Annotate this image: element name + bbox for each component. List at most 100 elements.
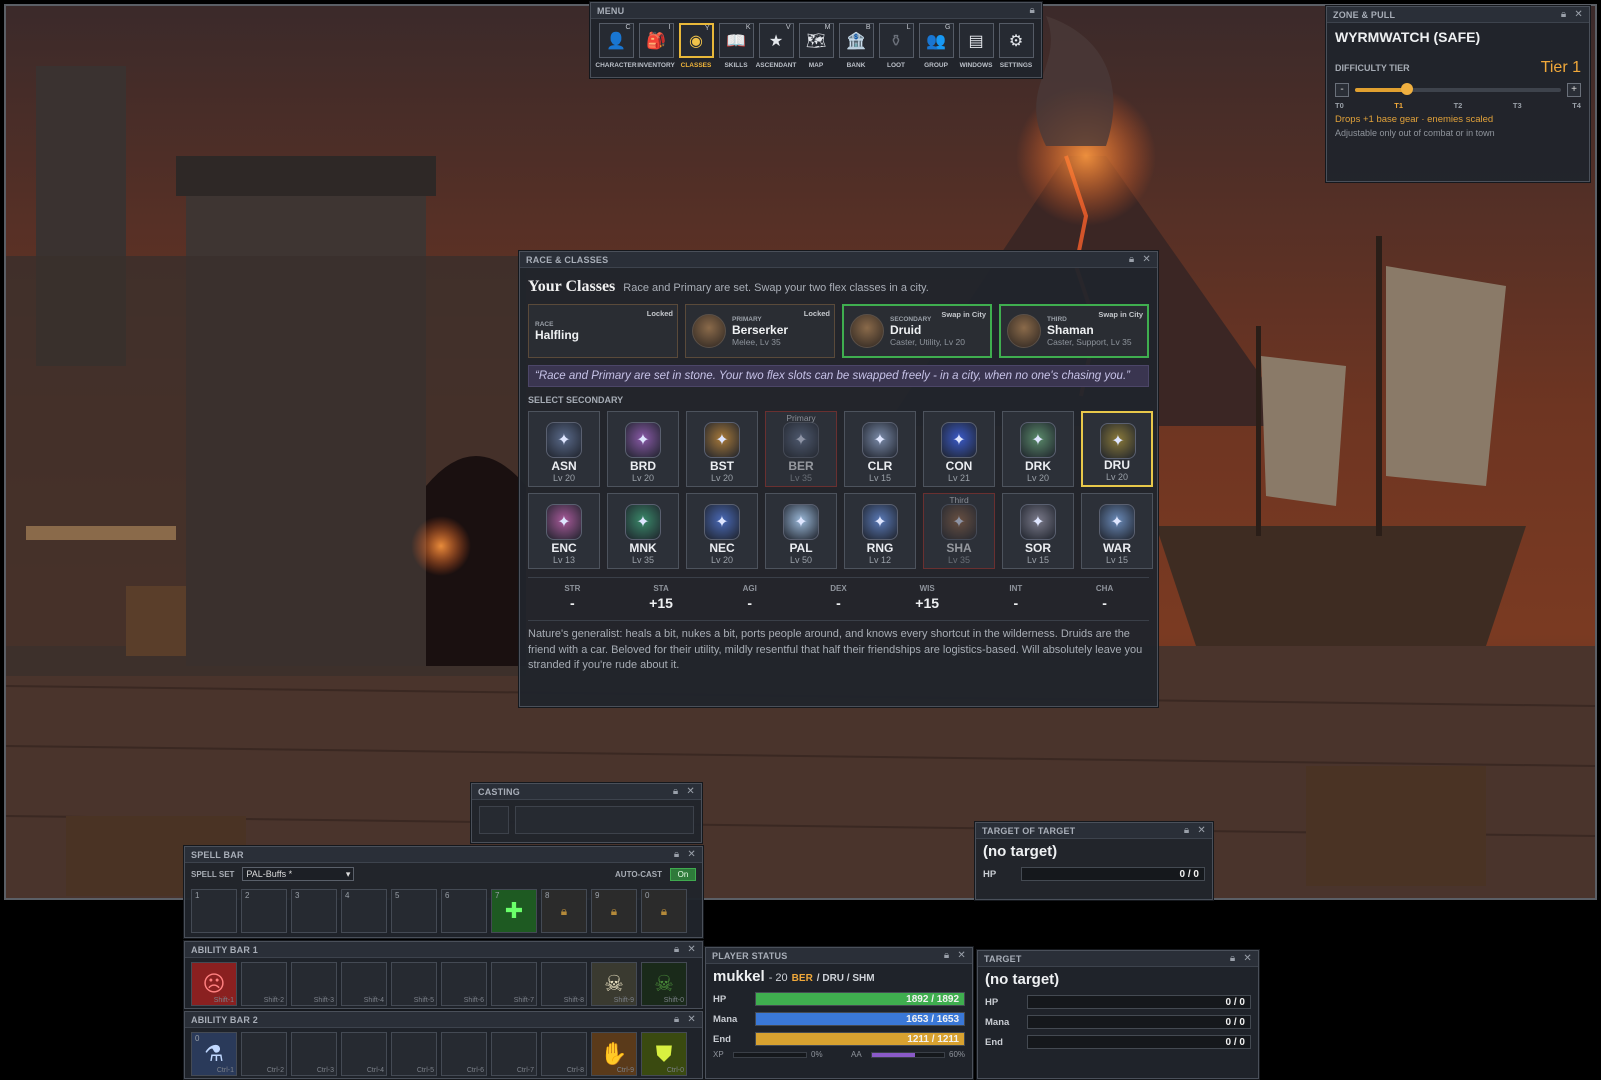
spell-slot-locked[interactable]: 8 🔒︎ — [541, 889, 587, 933]
ber-class-icon: ✦ — [783, 422, 819, 458]
class-option-con[interactable]: ✦ CON Lv 21 — [923, 411, 995, 487]
class-option-drk[interactable]: ✦ DRK Lv 20 — [1002, 411, 1074, 487]
lock-icon[interactable]: 🔒︎ — [674, 1014, 680, 1025]
ability-slot[interactable]: Ctrl-7 — [491, 1032, 537, 1076]
casting-header[interactable]: CASTING 🔒︎ ✕ — [472, 784, 701, 800]
spell-slot-locked[interactable]: 0 🔒︎ — [641, 889, 687, 933]
ability-slot[interactable]: Ctrl-6 — [441, 1032, 487, 1076]
lock-icon[interactable]: 🔒︎ — [1129, 254, 1135, 265]
menu-button-group[interactable]: 👥 G GROUP — [918, 23, 954, 69]
spell-bar-header[interactable]: SPELL BAR 🔒︎ ✕ — [185, 847, 702, 863]
tier-tick-t3[interactable]: T3 — [1513, 101, 1522, 110]
lock-icon[interactable]: 🔒︎ — [1029, 5, 1035, 16]
ability-slot-skull[interactable]: ☠ Shift-9 — [591, 962, 637, 1006]
tier-tick-t4[interactable]: T4 — [1572, 101, 1581, 110]
lock-icon[interactable]: 🔒︎ — [944, 950, 950, 961]
close-icon[interactable]: ✕ — [1243, 953, 1252, 964]
ability-slot[interactable]: Ctrl-2 — [241, 1032, 287, 1076]
spell-slot[interactable]: 6 — [441, 889, 487, 933]
ability-slot-shield[interactable]: ⛊ Ctrl-0 — [641, 1032, 687, 1076]
menu-button-classes[interactable]: ◉ Y CLASSES — [678, 23, 714, 69]
ability-bar-1-header[interactable]: ABILITY BAR 1 🔒︎ ✕ — [185, 942, 702, 958]
tier-track[interactable] — [1355, 83, 1561, 95]
tier-tick-t2[interactable]: T2 — [1454, 101, 1463, 110]
lock-icon[interactable]: 🔒︎ — [1230, 953, 1236, 964]
ability-slot-rage[interactable]: ☹ Shift-1 — [191, 962, 237, 1006]
target-header[interactable]: TARGET 🔒︎ ✕ — [978, 951, 1258, 967]
menu-button-ascendant[interactable]: ★ V ASCENDANT — [756, 23, 796, 69]
ability-slot[interactable]: Ctrl-4 — [341, 1032, 387, 1076]
tier-decrease-button[interactable]: - — [1335, 83, 1349, 97]
menu-button-windows[interactable]: ▤ WINDOWS — [958, 23, 994, 69]
menu-header[interactable]: MENU 🔒︎ — [591, 3, 1041, 19]
ability-slot[interactable]: Shift-5 — [391, 962, 437, 1006]
class-slot-secondary[interactable]: SECONDARY Druid Caster, Utility, Lv 20 Swap… — [842, 304, 992, 358]
class-option-mnk[interactable]: ✦ MNK Lv 35 — [607, 493, 679, 569]
class-option-sor[interactable]: ✦ SOR Lv 15 — [1002, 493, 1074, 569]
menu-button-map[interactable]: 🗺 M MAP — [798, 23, 834, 69]
close-icon[interactable]: ✕ — [1142, 254, 1151, 265]
class-option-enc[interactable]: ✦ ENC Lv 13 — [528, 493, 600, 569]
spell-slot[interactable]: 3 — [291, 889, 337, 933]
class-option-pal[interactable]: ✦ PAL Lv 50 — [765, 493, 837, 569]
ability-slot[interactable]: Shift-6 — [441, 962, 487, 1006]
tier-tick-t0[interactable]: T0 — [1335, 101, 1344, 110]
ability-slot-potion[interactable]: ⚗ 0 Ctrl-1 — [191, 1032, 237, 1076]
spell-slot[interactable]: 4 — [341, 889, 387, 933]
lock-icon[interactable]: 🔒︎ — [674, 944, 680, 955]
class-option-bst[interactable]: ✦ BST Lv 20 — [686, 411, 758, 487]
close-icon[interactable]: ✕ — [687, 849, 696, 860]
menu-button-inventory[interactable]: 🎒 I INVENTORY — [637, 23, 675, 69]
tier-knob[interactable] — [1400, 83, 1413, 95]
spell-slot-locked[interactable]: 9 🔒︎ — [591, 889, 637, 933]
spell-slot[interactable]: 1 — [191, 889, 237, 933]
ability-slot[interactable]: Ctrl-5 — [391, 1032, 437, 1076]
zone-header[interactable]: ZONE & PULL 🔒︎ ✕ — [1327, 7, 1589, 23]
player-status-header[interactable]: PLAYER STATUS 🔒︎ ✕ — [706, 948, 972, 964]
ability-slot[interactable]: Ctrl-3 — [291, 1032, 337, 1076]
ability-slot[interactable]: Shift-2 — [241, 962, 287, 1006]
menu-button-skills[interactable]: 📖 K SKILLS — [718, 23, 754, 69]
difficulty-slider[interactable]: - + — [1327, 77, 1589, 97]
close-icon[interactable]: ✕ — [1197, 825, 1206, 836]
menu-button-bank[interactable]: 🏦 B BANK — [838, 23, 874, 69]
close-icon[interactable]: ✕ — [686, 786, 695, 797]
ability-slot-hand[interactable]: ✋ Ctrl-9 — [591, 1032, 637, 1076]
tot-header[interactable]: TARGET OF TARGET 🔒︎ ✕ — [976, 823, 1212, 839]
menu-button-character[interactable]: 👤 C CHARACTER — [595, 23, 637, 69]
class-option-rng[interactable]: ✦ RNG Lv 12 — [844, 493, 916, 569]
ability-slot[interactable]: Ctrl-8 — [541, 1032, 587, 1076]
ability-slot[interactable]: Shift-8 — [541, 962, 587, 1006]
lock-icon[interactable]: 🔒︎ — [1561, 9, 1567, 20]
close-icon[interactable]: ✕ — [687, 1014, 696, 1025]
tier-tick-t1[interactable]: T1 — [1394, 101, 1403, 110]
class-option-clr[interactable]: ✦ CLR Lv 15 — [844, 411, 916, 487]
class-option-brd[interactable]: ✦ BRD Lv 20 — [607, 411, 679, 487]
ability-slot[interactable]: Shift-7 — [491, 962, 537, 1006]
close-icon[interactable]: ✕ — [687, 944, 696, 955]
menu-button-loot[interactable]: ⚱ L LOOT — [878, 23, 914, 69]
class-slot-third[interactable]: THIRD Shaman Caster, Support, Lv 35 Swap in… — [999, 304, 1149, 358]
class-option-nec[interactable]: ✦ NEC Lv 20 — [686, 493, 758, 569]
spell-set-select[interactable]: PAL-Buffs * ▾ — [242, 867, 355, 881]
lock-icon[interactable]: 🔒︎ — [673, 786, 679, 797]
ability-bar-2-header[interactable]: ABILITY BAR 2 🔒︎ ✕ — [185, 1012, 702, 1028]
ability-slot[interactable]: Shift-3 — [291, 962, 337, 1006]
class-option-dru[interactable]: ✦ DRU Lv 20 — [1081, 411, 1153, 487]
class-option-asn[interactable]: ✦ ASN Lv 20 — [528, 411, 600, 487]
menu-button-settings[interactable]: ⚙ SETTINGS — [998, 23, 1034, 69]
spell-slot[interactable]: 5 — [391, 889, 437, 933]
lock-icon[interactable]: 🔒︎ — [674, 849, 680, 860]
slot-number: 0 — [645, 891, 650, 900]
close-icon[interactable]: ✕ — [957, 950, 966, 961]
spell-slot[interactable]: 2 — [241, 889, 287, 933]
close-icon[interactable]: ✕ — [1574, 9, 1583, 20]
classes-header[interactable]: RACE & CLASSES 🔒︎ ✕ — [520, 252, 1157, 268]
tier-increase-button[interactable]: + — [1567, 83, 1581, 97]
ability-slot[interactable]: Shift-4 — [341, 962, 387, 1006]
lock-icon[interactable]: 🔒︎ — [1184, 825, 1190, 836]
autocast-toggle[interactable]: On — [670, 867, 696, 881]
ability-slot-poison[interactable]: ☠ Shift-0 — [641, 962, 687, 1006]
spell-slot-heal[interactable]: 7 ✚ — [491, 889, 537, 933]
class-option-war[interactable]: ✦ WAR Lv 15 — [1081, 493, 1153, 569]
